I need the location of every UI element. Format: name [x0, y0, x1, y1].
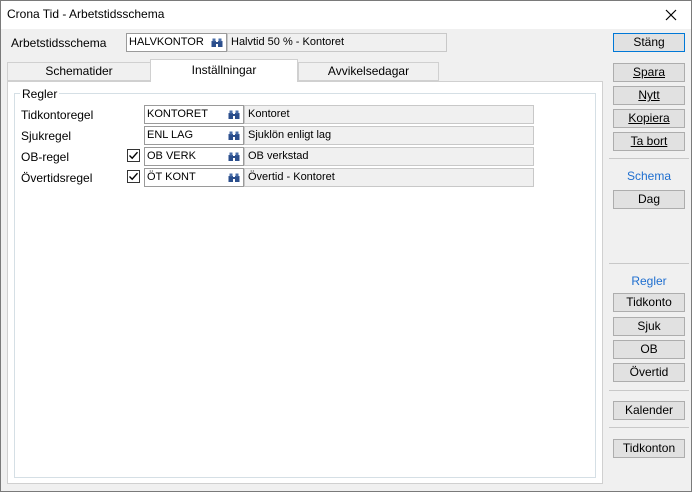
- schema-section-title: Schema: [626, 169, 672, 183]
- rule-label-tidkonto: Tidkontoregel: [21, 108, 94, 122]
- sidebar-separator: [609, 390, 689, 391]
- copy-button[interactable]: Kopiera: [613, 109, 685, 128]
- copy-label: Kopiera: [628, 111, 670, 125]
- day-button[interactable]: Dag: [613, 190, 685, 209]
- app-window: Crona Tid - Arbetstidsschema Arbetstidss…: [0, 0, 692, 492]
- tab-avvikelsedagar[interactable]: Avvikelsedagar: [298, 62, 439, 81]
- save-button[interactable]: Spara: [613, 63, 685, 82]
- rule-label-sjuk: Sjukregel: [21, 129, 72, 143]
- tidkonton-button[interactable]: Tidkonton: [613, 439, 685, 458]
- binoculars-icon[interactable]: [226, 106, 242, 123]
- rule-code-input-tidkonto[interactable]: KONTORET: [144, 105, 244, 124]
- sidebar-separator: [609, 158, 689, 159]
- rule-description-overtid: Övertid - Kontoret: [244, 168, 534, 187]
- rule-code-input-sjuk[interactable]: ENL LAG: [144, 126, 244, 145]
- ob-button[interactable]: OB: [613, 340, 685, 359]
- sjuk-button[interactable]: Sjuk: [613, 317, 685, 336]
- binoculars-icon[interactable]: [226, 148, 242, 165]
- rule-description-sjuk: Sjuklön enligt lag: [244, 126, 534, 145]
- checkmark-icon: [129, 172, 139, 181]
- tidkonto-button[interactable]: Tidkonto: [613, 293, 685, 312]
- sidebar-separator: [609, 263, 689, 264]
- rule-checkbox-overtid[interactable]: [127, 170, 140, 183]
- rule-checkbox-ob[interactable]: [127, 149, 140, 162]
- binoculars-icon[interactable]: [226, 127, 242, 144]
- rules-section-title: Regler: [631, 274, 667, 288]
- rule-code-value: ENL LAG: [147, 129, 194, 141]
- close-button[interactable]: Stäng: [613, 33, 685, 52]
- kalender-button[interactable]: Kalender: [613, 401, 685, 420]
- overtid-button[interactable]: Övertid: [613, 363, 685, 382]
- schema-label: Arbetstidsschema: [11, 36, 107, 50]
- new-label: Nytt: [638, 88, 660, 102]
- rule-label-overtid: Övertidsregel: [21, 171, 93, 185]
- rule-description-tidkonto: Kontoret: [244, 105, 534, 124]
- tab-installningar[interactable]: Inställningar: [150, 59, 298, 82]
- rule-code-value: KONTORET: [147, 108, 208, 120]
- rule-code-input-ob[interactable]: OB VERK: [144, 147, 244, 166]
- rule-code-value: OB VERK: [147, 150, 196, 162]
- title-bar: Crona Tid - Arbetstidsschema: [1, 1, 691, 29]
- rule-code-input-overtid[interactable]: ÖT KONT: [144, 168, 244, 187]
- schema-code-input[interactable]: HALVKONTOR: [126, 33, 227, 52]
- schema-code-value: HALVKONTOR: [129, 36, 204, 48]
- rules-group-title: Regler: [20, 87, 60, 101]
- checkmark-icon: [129, 151, 139, 160]
- save-label: Spara: [632, 65, 666, 79]
- delete-button[interactable]: Ta bort: [613, 132, 685, 151]
- close-icon[interactable]: [651, 1, 691, 29]
- schema-description: Halvtid 50 % - Kontoret: [227, 33, 447, 52]
- new-button[interactable]: Nytt: [613, 86, 685, 105]
- sidebar-separator: [609, 427, 689, 428]
- rule-code-value: ÖT KONT: [147, 171, 196, 183]
- tab-schematider[interactable]: Schematider: [7, 62, 151, 81]
- binoculars-icon[interactable]: [226, 169, 242, 186]
- rule-label-ob: OB-regel: [21, 150, 70, 164]
- rule-description-ob: OB verkstad: [244, 147, 534, 166]
- window-title: Crona Tid - Arbetstidsschema: [7, 7, 165, 21]
- delete-label: Ta bort: [630, 134, 668, 148]
- binoculars-icon[interactable]: [209, 34, 225, 51]
